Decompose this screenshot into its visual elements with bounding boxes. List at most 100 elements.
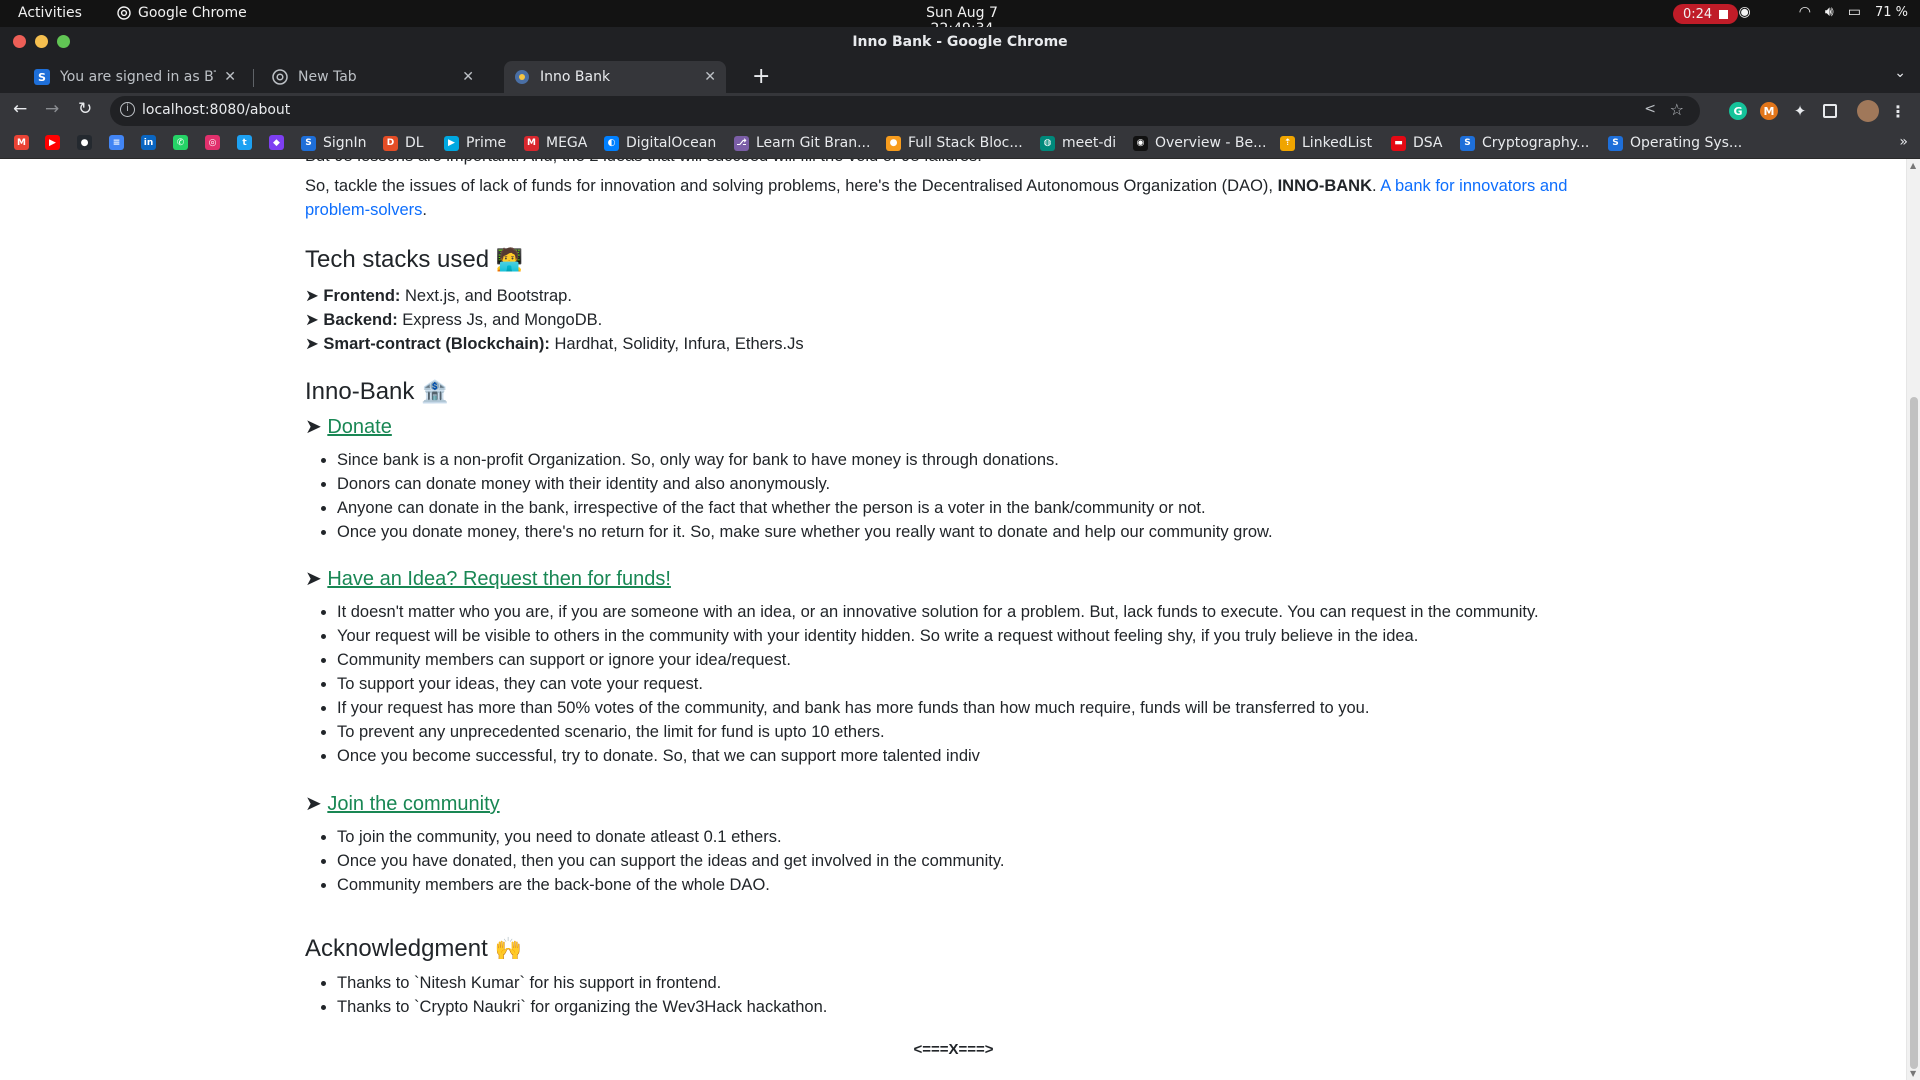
bookmark-youtube[interactable]: ▶ — [45, 135, 60, 150]
bookmark-linkedin[interactable]: in — [141, 135, 156, 150]
chrome-icon — [272, 69, 288, 85]
intro-text: So, tackle the issues of lack of funds f… — [305, 177, 1278, 195]
forward-arrow-icon[interactable]: → — [45, 99, 59, 119]
bookmark-learn-git-bran[interactable]: ⎇ Learn Git Bran... — [734, 135, 870, 151]
dsa-icon: ▬ — [1391, 135, 1406, 151]
linkedin-icon: in — [141, 135, 156, 150]
address-bar[interactable]: i localhost:8080/about < ☆ — [110, 96, 1700, 126]
wifi-icon: ◠ — [1798, 4, 1811, 20]
tab-favicon-s-icon: S — [34, 69, 50, 85]
bookmark-meet-di[interactable]: ◍ meet-di — [1040, 135, 1116, 151]
extensions-puzzle-icon[interactable]: ✦ — [1791, 102, 1809, 120]
crypto-icon: S — [1460, 135, 1475, 151]
tab-search-chevron-icon[interactable]: ⌄ — [1894, 65, 1906, 81]
bookmark-full-stack-bloc[interactable]: ● Full Stack Bloc... — [886, 135, 1023, 151]
bookmark-dsa[interactable]: ▬ DSA — [1391, 135, 1443, 151]
bookmark-label: SignIn — [323, 135, 367, 151]
grammarly-icon[interactable]: G — [1729, 102, 1747, 120]
intro-cut-line: But 98 lessons are important. And, the 2… — [305, 159, 982, 168]
tab-inno-bank[interactable]: Inno Bank ✕ — [504, 61, 726, 93]
arrow-icon: ➤ — [305, 568, 322, 590]
tech-item: ➤ Frontend: Next.js, and Bootstrap. — [305, 284, 804, 308]
bookmark-label: Full Stack Bloc... — [908, 135, 1023, 151]
intro-bold: INNO-BANK — [1277, 177, 1373, 195]
more-bookmarks-chevron-icon[interactable]: » — [1899, 134, 1908, 150]
youtube-icon: ▶ — [45, 135, 60, 150]
bookmark-docs[interactable]: ≡ — [109, 135, 124, 150]
site-info-icon[interactable]: i — [120, 102, 135, 117]
tech-item: ➤ Backend: Express Js, and MongoDB. — [305, 308, 804, 332]
record-time: 0:24 — [1683, 6, 1713, 22]
arrow-icon: ➤ — [305, 793, 322, 815]
new-tab-button[interactable]: + — [752, 64, 770, 89]
tab-close-icon[interactable]: ✕ — [224, 69, 236, 85]
bookmark-twitter[interactable]: t — [237, 135, 252, 150]
intro-paragraph: So, tackle the issues of lack of funds f… — [305, 174, 1575, 222]
bookmark-purple-app[interactable]: ◆ — [269, 135, 284, 150]
end-mark: <===X===> — [913, 1041, 994, 1058]
screen-record-indicator[interactable]: 0:24 — [1673, 4, 1739, 24]
meet-icon: ◍ — [1040, 135, 1055, 151]
donate-link[interactable]: Donate — [327, 416, 392, 438]
list-item: Community members can support or ignore … — [337, 648, 1539, 672]
list-item: Donors can donate money with their ident… — [337, 472, 1273, 496]
profile-avatar[interactable] — [1857, 100, 1879, 122]
page-scrollbar[interactable]: ▲ ▼ — [1906, 159, 1920, 1080]
list-item: Once you have donated, then you can supp… — [337, 849, 1004, 873]
overview-icon: ◉ — [1133, 135, 1148, 151]
bookmark-dl[interactable]: D DL — [383, 135, 424, 151]
chrome-icon — [117, 6, 131, 20]
side-panel-icon[interactable] — [1823, 104, 1837, 118]
list-item: To prevent any unprecedented scenario, t… — [337, 720, 1539, 744]
scroll-down-arrow-icon[interactable]: ▼ — [1910, 1069, 1916, 1078]
share-icon[interactable]: < — [1644, 101, 1656, 117]
bookmark-label: LinkedList — [1302, 135, 1373, 151]
linkedlist-icon: ⇡ — [1280, 135, 1295, 151]
back-arrow-icon[interactable]: ← — [13, 99, 27, 119]
battery-level: 71 % — [1874, 4, 1908, 20]
tab-close-icon[interactable]: ✕ — [462, 69, 474, 85]
bookmark-whatsapp[interactable]: ✆ — [173, 135, 188, 150]
bookmark-signin[interactable]: S SignIn — [301, 135, 367, 151]
scroll-up-arrow-icon[interactable]: ▲ — [1910, 161, 1916, 170]
arrow-icon: ➤ — [305, 416, 322, 438]
list-item: Once you become successful, try to donat… — [337, 744, 1539, 768]
tab-separator — [253, 69, 254, 87]
bookmark-overview-be[interactable]: ◉ Overview - Be... — [1133, 135, 1266, 151]
bookmark-instagram[interactable]: ◎ — [205, 135, 220, 150]
whatsapp-icon: ✆ — [173, 135, 188, 150]
bookmark-github[interactable]: ● — [77, 135, 92, 150]
request-funds-link[interactable]: Have an Idea? Request then for funds! — [327, 568, 671, 590]
menu-kebab-icon[interactable]: ⋮ — [1889, 102, 1907, 121]
app-name-label: Google Chrome — [138, 5, 247, 21]
tab-close-icon[interactable]: ✕ — [704, 69, 716, 85]
scrollbar-thumb[interactable] — [1910, 397, 1918, 1069]
url-text[interactable]: localhost:8080/about — [142, 102, 290, 118]
bookmark-prime[interactable]: ▶ Prime — [444, 135, 506, 151]
tab-signed-in[interactable]: S You are signed in as BTEC ✕ — [24, 61, 246, 93]
system-tray[interactable]: ◉ ◠ 🔊︎ ▭ 71 % — [1738, 4, 1908, 20]
activities-button[interactable]: Activities — [18, 5, 82, 21]
intro-end: . — [422, 201, 427, 219]
github-icon: ● — [77, 135, 92, 150]
bookmark-mega[interactable]: M MEGA — [524, 135, 587, 151]
tab-new-tab[interactable]: New Tab ✕ — [262, 61, 484, 93]
app-menu[interactable]: Google Chrome — [117, 5, 247, 21]
os-top-bar: Activities Google Chrome Sun Aug 7 22:49… — [0, 0, 1920, 37]
bookmark-label: Cryptography... — [1482, 135, 1590, 151]
bookmark-operating-sys[interactable]: S Operating Sys... — [1608, 135, 1742, 151]
bookmark-cryptography[interactable]: S Cryptography... — [1460, 135, 1589, 151]
list-item: Thanks to `Nitesh Kumar` for his support… — [337, 971, 827, 995]
page-viewport: But 98 lessons are important. And, the 2… — [0, 159, 1906, 1080]
bookmark-star-icon[interactable]: ☆ — [1670, 100, 1684, 119]
metamask-icon[interactable]: M — [1760, 102, 1778, 120]
reload-icon[interactable]: ↻ — [78, 99, 92, 119]
bookmark-gmail[interactable]: M — [14, 135, 29, 150]
join-community-link[interactable]: Join the community — [327, 793, 499, 815]
raised-hands-emoji-icon: 🙌 — [494, 936, 522, 961]
tech-stack-heading: Tech stacks used 🧑‍💻 — [305, 245, 523, 275]
tab-label: New Tab — [298, 69, 357, 85]
bookmark-digitalocean[interactable]: ◐ DigitalOcean — [604, 135, 716, 151]
list-item: To join the community, you need to donat… — [337, 825, 1004, 849]
bookmark-linkedlist[interactable]: ⇡ LinkedList — [1280, 135, 1372, 151]
